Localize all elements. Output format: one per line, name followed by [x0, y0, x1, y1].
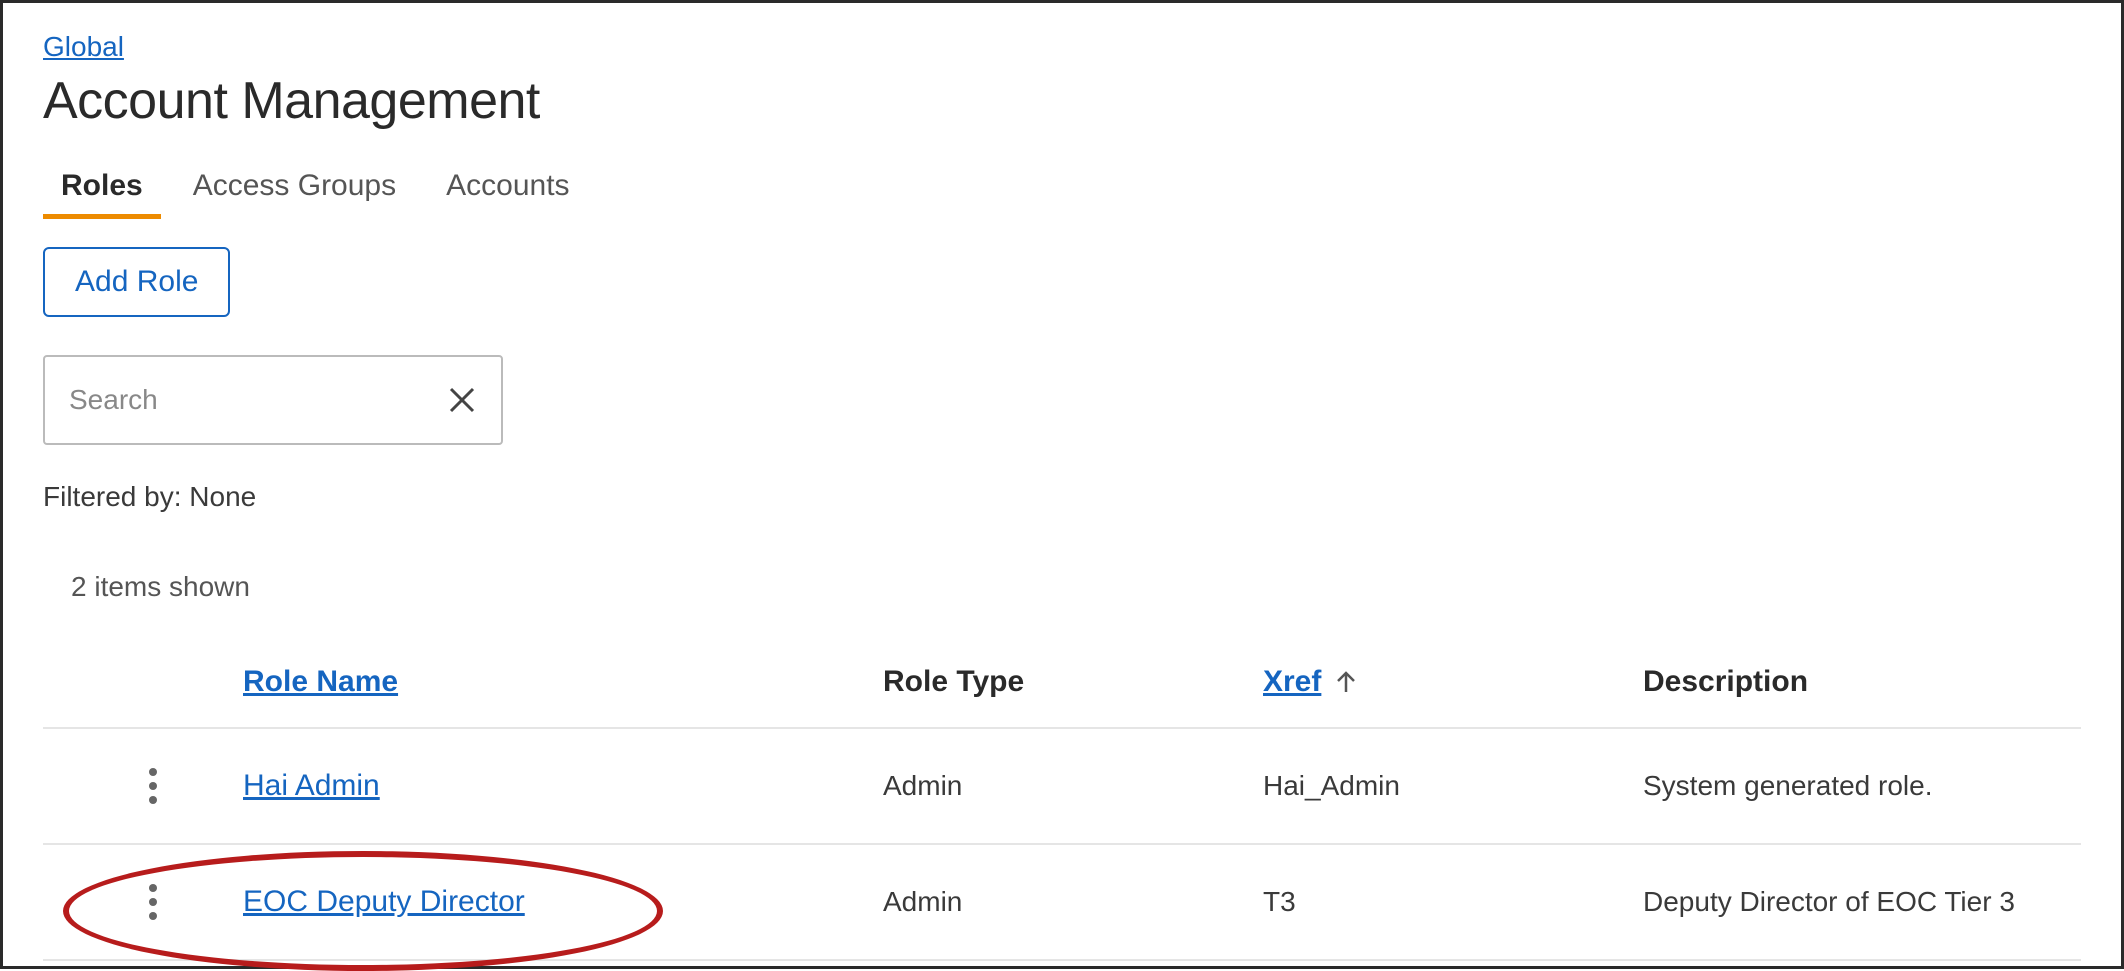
app-frame: Global Account Management Roles Access G…	[0, 0, 2124, 969]
kebab-dot-icon	[149, 782, 157, 790]
col-xref[interactable]: Xref	[1263, 665, 1643, 699]
tab-access-groups[interactable]: Access Groups	[193, 169, 396, 217]
xref-cell: Hai_Admin	[1263, 770, 1643, 802]
add-role-button[interactable]: Add Role	[43, 247, 230, 317]
role-type-cell: Admin	[883, 886, 1263, 918]
items-count: 2 items shown	[43, 571, 2081, 603]
row-menu-button[interactable]	[133, 884, 173, 920]
filter-status: Filtered by: None	[43, 481, 2081, 513]
kebab-dot-icon	[149, 796, 157, 804]
table-row: EOC Deputy Director Admin T3 Deputy Dire…	[43, 845, 2081, 961]
tab-roles[interactable]: Roles	[61, 169, 143, 217]
clear-search-icon[interactable]	[447, 385, 477, 415]
roles-table: Role Name Role Type Xref Description Hai…	[43, 665, 2081, 961]
page-title: Account Management	[43, 71, 2081, 131]
table-row: Hai Admin Admin Hai_Admin System generat…	[43, 729, 2081, 845]
kebab-dot-icon	[149, 768, 157, 776]
kebab-dot-icon	[149, 884, 157, 892]
col-role-type: Role Type	[883, 665, 1263, 699]
col-description: Description	[1643, 665, 2081, 699]
tabs-bar: Roles Access Groups Accounts	[43, 169, 2081, 217]
breadcrumb-global[interactable]: Global	[43, 31, 124, 63]
col-role-name[interactable]: Role Name	[243, 665, 883, 699]
description-cell: Deputy Director of EOC Tier 3	[1643, 886, 2081, 918]
xref-cell: T3	[1263, 886, 1643, 918]
search-wrap	[43, 355, 503, 445]
role-type-cell: Admin	[883, 770, 1263, 802]
tab-accounts[interactable]: Accounts	[446, 169, 569, 217]
kebab-dot-icon	[149, 898, 157, 906]
sort-ascending-icon	[1335, 670, 1357, 694]
role-name-link[interactable]: EOC Deputy Director	[243, 885, 883, 919]
row-menu-button[interactable]	[133, 768, 173, 804]
search-input[interactable]	[69, 384, 447, 416]
col-xref-label: Xref	[1263, 665, 1321, 699]
table-header: Role Name Role Type Xref Description	[43, 665, 2081, 729]
kebab-dot-icon	[149, 912, 157, 920]
role-name-link[interactable]: Hai Admin	[243, 769, 883, 803]
description-cell: System generated role.	[1643, 770, 2081, 802]
